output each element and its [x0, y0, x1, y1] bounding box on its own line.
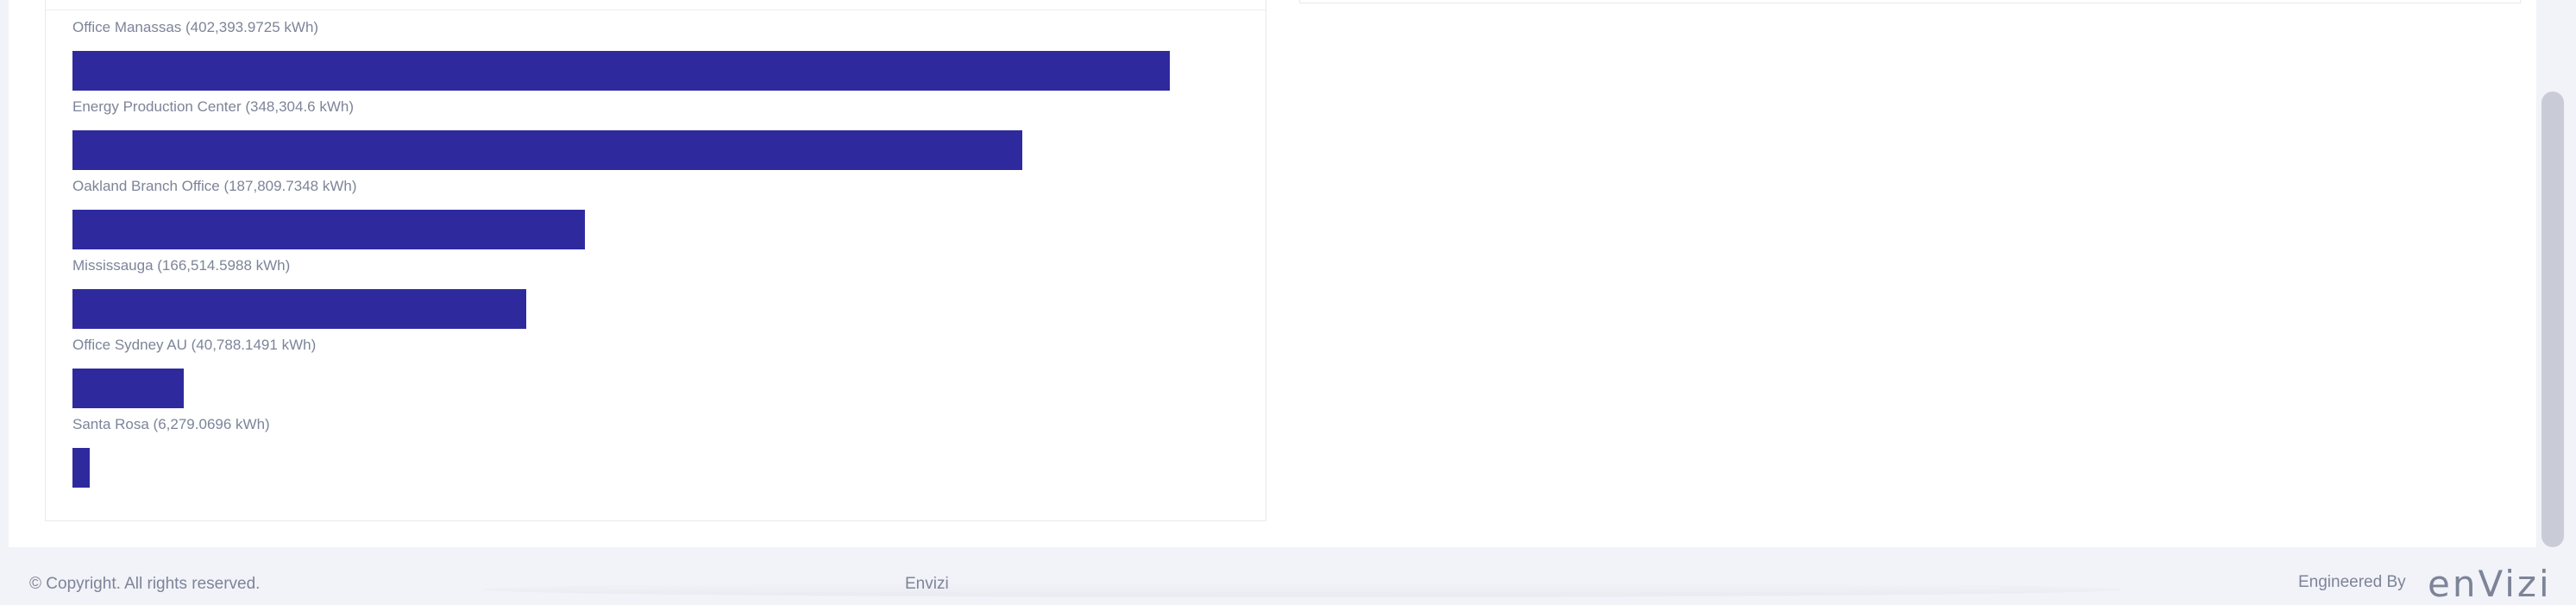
footer: © Copyright. All rights reserved. Envizi… — [0, 558, 2576, 605]
bar-chart: Office Manassas (402,393.9725 kWh) Energy… — [46, 0, 1267, 521]
bar-office-manassas[interactable] — [72, 51, 1170, 91]
bar-label: Santa Rosa (6,279.0696 kWh) — [72, 416, 270, 432]
bar-label: Oakland Branch Office (187,809.7348 kWh) — [72, 178, 357, 194]
bar-label: Energy Production Center (348,304.6 kWh) — [72, 98, 355, 115]
envizi-logo: enVizi — [2428, 563, 2552, 605]
scrollbar-thumb[interactable] — [2541, 91, 2564, 547]
secondary-card — [1299, 0, 2521, 3]
bar-mississauga[interactable] — [72, 289, 526, 329]
engineered-by-label: Engineered By — [2298, 573, 2406, 591]
bar-oakland-branch-office[interactable] — [72, 210, 585, 249]
bar-label: Mississauga (166,514.5988 kWh) — [72, 257, 291, 274]
bar-santa-rosa[interactable] — [72, 448, 90, 488]
bar-office-sydney-au[interactable] — [72, 369, 184, 408]
bar-label: Office Sydney AU (40,788.1491 kWh) — [72, 337, 317, 353]
bar-label: Office Manassas (402,393.9725 kWh) — [72, 19, 319, 35]
bar-energy-production-center[interactable] — [72, 130, 1022, 170]
footer-brand-name: Envizi — [905, 575, 949, 593]
main-panel: Office Manassas (402,393.9725 kWh) Energy… — [9, 0, 2536, 547]
copyright-text: © Copyright. All rights reserved. — [29, 575, 261, 593]
energy-consumption-chart-card: Office Manassas (402,393.9725 kWh) Energy… — [45, 0, 1266, 521]
